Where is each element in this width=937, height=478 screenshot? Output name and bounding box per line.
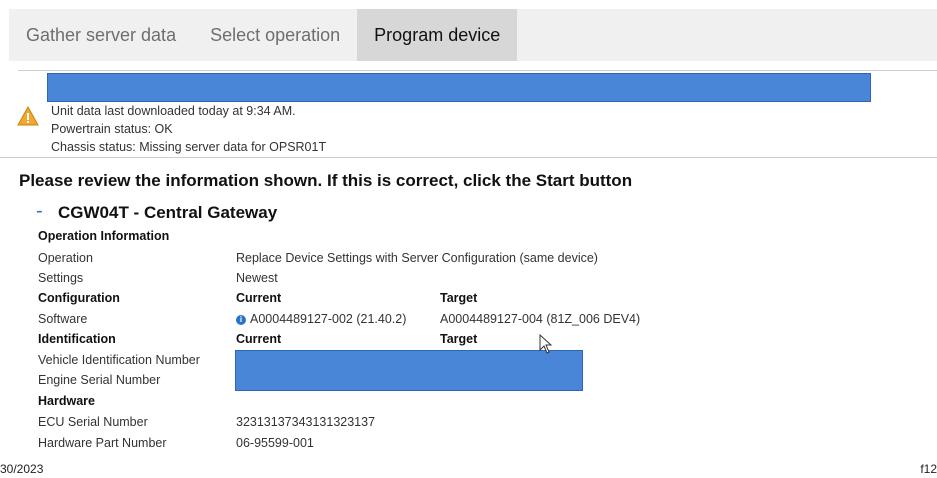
identification-heading: Identification (38, 332, 116, 346)
collapse-toggle[interactable]: - (36, 201, 43, 221)
mouse-cursor-icon (539, 334, 553, 354)
ecu-serial-value: 32313137343131323137 (236, 415, 376, 429)
current-header: Current (236, 291, 282, 305)
info-icon[interactable]: i (236, 315, 246, 325)
status-download-time: Unit data last downloaded today at 9:34 … (51, 104, 296, 118)
hw-part-value: 06-95599-001 (236, 436, 314, 450)
warning-triangle-icon (17, 106, 39, 126)
software-label: Software (38, 312, 88, 326)
footer-page-ref: f12 (920, 462, 937, 476)
vin-label: Vehicle Identification Number (38, 353, 200, 367)
identification-target-header: Target (440, 332, 478, 346)
software-current: i A0004489127-002 (21.40.2) (236, 312, 406, 326)
status-powertrain: Powertrain status: OK (51, 122, 173, 136)
status-chassis: Chassis status: Missing server data for … (51, 140, 327, 154)
footer-date: 30/2023 (0, 462, 44, 476)
identification-current-header: Current (236, 332, 282, 346)
ecu-serial-label: ECU Serial Number (38, 415, 148, 429)
device-title: CGW04T - Central Gateway (58, 203, 278, 222)
divider (18, 70, 937, 71)
operation-value: Replace Device Settings with Server Conf… (236, 251, 598, 265)
tab-program-device[interactable]: Program device (357, 9, 518, 61)
configuration-heading: Configuration (38, 291, 120, 305)
engine-serial-label: Engine Serial Number (38, 373, 161, 387)
settings-label: Settings (38, 271, 84, 285)
redacted-banner (47, 73, 871, 102)
software-target: A0004489127-004 (81Z_006 DEV4) (440, 312, 641, 326)
operation-info-heading: Operation Information (38, 229, 170, 243)
tab-bar: Gather server data Select operation Prog… (9, 9, 937, 61)
divider (0, 157, 937, 158)
redacted-identification (235, 350, 583, 391)
hw-part-label: Hardware Part Number (38, 436, 167, 450)
target-header: Target (440, 291, 478, 305)
hardware-heading: Hardware (38, 394, 95, 408)
review-message: Please review the information shown. If … (19, 171, 633, 190)
software-current-value: A0004489127-002 (21.40.2) (250, 312, 407, 326)
settings-value: Newest (236, 271, 278, 285)
operation-label: Operation (38, 251, 93, 265)
tab-gather-server-data[interactable]: Gather server data (9, 9, 193, 61)
tab-select-operation[interactable]: Select operation (193, 9, 357, 61)
